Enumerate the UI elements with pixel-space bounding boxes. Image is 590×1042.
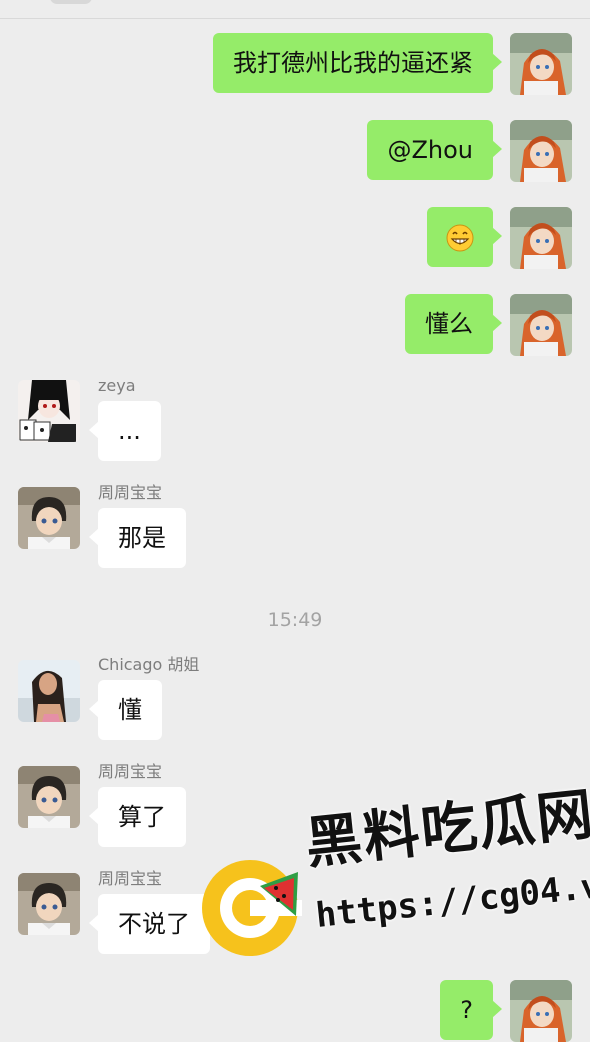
sender-name: Chicago 胡姐 <box>98 655 200 674</box>
message-text: 那是 <box>118 524 166 552</box>
message-bubble-incoming[interactable]: 懂 <box>89 680 162 740</box>
sender-name: 周周宝宝 <box>98 869 163 888</box>
self-avatar[interactable] <box>510 207 572 269</box>
message-bubble-incoming[interactable]: ... <box>89 401 161 461</box>
watermark-title: 黑料吃瓜网 <box>302 781 590 877</box>
message-text: 我打德州比我的逼还紧 <box>233 49 473 77</box>
sender-name: 周周宝宝 <box>98 483 163 502</box>
message-bubble-incoming[interactable]: 不说了 <box>89 894 210 954</box>
message-bubble-outgoing[interactable]: 懂么 <box>405 294 502 354</box>
zhou-avatar[interactable] <box>18 873 80 935</box>
zhou-avatar[interactable] <box>18 487 80 549</box>
message-text: ... <box>118 417 141 445</box>
zeya-avatar[interactable] <box>18 380 80 442</box>
message-text: @Zhou <box>387 136 473 164</box>
message-bubble-outgoing[interactable]: 我打德州比我的逼还紧 <box>213 33 502 93</box>
sender-name: 周周宝宝 <box>98 762 163 781</box>
grinning-face-emoji-icon <box>445 223 475 253</box>
message-bubble-outgoing[interactable] <box>427 207 502 267</box>
message-timestamp: 15:49 <box>267 609 323 631</box>
message-bubble-incoming[interactable]: 那是 <box>89 508 186 568</box>
top-bar <box>0 0 590 19</box>
message-bubble-outgoing[interactable]: ? <box>440 980 502 1040</box>
self-avatar[interactable] <box>510 980 572 1042</box>
top-bar-pill <box>50 0 92 4</box>
message-text: 算了 <box>118 803 166 831</box>
message-text: 不说了 <box>118 910 190 938</box>
self-avatar[interactable] <box>510 120 572 182</box>
sender-name: zeya <box>98 376 136 395</box>
self-avatar[interactable] <box>510 294 572 356</box>
message-bubble-outgoing[interactable]: @Zhou <box>367 120 502 180</box>
message-text: 懂么 <box>425 310 473 338</box>
chicago-avatar[interactable] <box>18 660 80 722</box>
message-text: 懂 <box>118 696 142 724</box>
watermark-logo-icon <box>202 860 302 956</box>
message-text: ? <box>460 996 473 1024</box>
self-avatar[interactable] <box>510 33 572 95</box>
zhou-avatar[interactable] <box>18 766 80 828</box>
message-bubble-incoming[interactable]: 算了 <box>89 787 186 847</box>
site-watermark: 黑料吃瓜网 https://cg04.vip <box>198 782 590 968</box>
